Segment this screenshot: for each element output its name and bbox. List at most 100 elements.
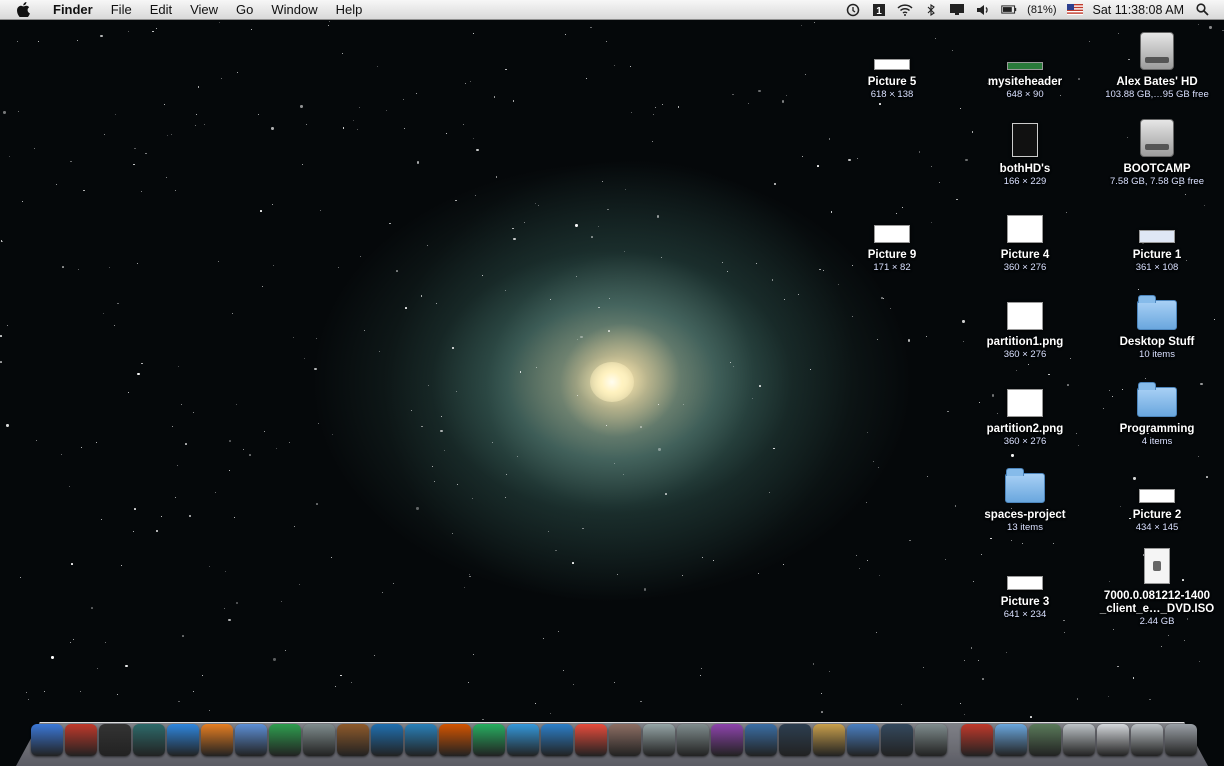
- menu-file[interactable]: File: [102, 0, 141, 19]
- star: [175, 190, 177, 192]
- desktop-icon-mysiteheader[interactable]: mysiteheader 648 × 90: [960, 30, 1090, 101]
- dock-textmate-icon[interactable]: [711, 724, 743, 756]
- star: [51, 656, 54, 659]
- star: [1209, 26, 1212, 29]
- star: [115, 113, 116, 115]
- dock-iphone-icon[interactable]: [779, 724, 811, 756]
- star: [62, 266, 64, 268]
- dock-applications-icon[interactable]: [847, 724, 879, 756]
- dock-finder-icon[interactable]: [31, 724, 63, 756]
- desktop-icon-partition2[interactable]: partition2.png 360 × 276: [960, 377, 1090, 448]
- dock-documents-folder-icon[interactable]: [995, 724, 1027, 756]
- desktop-icon-iso-image[interactable]: 7000.0.081212-1400 _client_e…_DVD.ISO 2.…: [1092, 544, 1222, 628]
- dock-powerpoint-icon[interactable]: [439, 724, 471, 756]
- bluetooth-icon[interactable]: [923, 3, 939, 17]
- dock-time-machine-icon[interactable]: [133, 724, 165, 756]
- star: [814, 22, 816, 24]
- menu-finder[interactable]: Finder: [44, 0, 102, 19]
- menu-view[interactable]: View: [181, 0, 227, 19]
- desktop-icon-picture-3[interactable]: Picture 3 641 × 234: [960, 550, 1090, 621]
- star: [876, 631, 878, 633]
- star: [465, 83, 467, 85]
- desktop-icon-desktop-stuff[interactable]: Desktop Stuff 10 items: [1092, 290, 1222, 361]
- star: [856, 555, 858, 557]
- volume-icon[interactable]: [975, 3, 991, 17]
- star: [3, 111, 6, 114]
- dock-excel-icon[interactable]: [473, 724, 505, 756]
- dock-calculator-icon[interactable]: [643, 724, 675, 756]
- star: [185, 443, 187, 445]
- dock-safari-icon[interactable]: [167, 724, 199, 756]
- onepassword-menu-icon[interactable]: 1: [871, 3, 887, 17]
- dock-window-preview-icon[interactable]: [1063, 724, 1095, 756]
- desktop-icon-picture-4[interactable]: Picture 4 360 × 276: [960, 203, 1090, 274]
- menu-help[interactable]: Help: [327, 0, 372, 19]
- display-icon[interactable]: [949, 3, 965, 17]
- star: [155, 27, 157, 29]
- dock-magnet-icon[interactable]: [961, 724, 993, 756]
- desktop-icon-picture-2[interactable]: Picture 2 434 × 145: [1092, 463, 1222, 534]
- apple-menu-icon[interactable]: [14, 0, 32, 19]
- desktop-icon-picture-1[interactable]: Picture 1 361 × 108: [1092, 203, 1222, 274]
- star: [472, 654, 474, 656]
- desktop-icon-partition1[interactable]: partition1.png 360 × 276: [960, 290, 1090, 361]
- star: [683, 404, 685, 406]
- star: [469, 573, 471, 575]
- star: [452, 533, 454, 535]
- desktop-icon-spaces-project[interactable]: spaces-project 13 items: [960, 463, 1090, 534]
- star: [469, 575, 471, 578]
- dock-printer-icon[interactable]: [677, 724, 709, 756]
- dock-spaces-icon[interactable]: [881, 724, 913, 756]
- star: [558, 630, 560, 632]
- star: [317, 422, 320, 425]
- dock-music-note-icon[interactable]: [541, 724, 573, 756]
- star: [585, 77, 587, 79]
- desktop-icon-picture-9[interactable]: Picture 9 171 × 82: [827, 203, 957, 274]
- star: [513, 237, 516, 241]
- star: [330, 556, 333, 559]
- desktop-icon-programming[interactable]: Programming 4 items: [1092, 377, 1222, 448]
- dock-system-preferences-icon[interactable]: [915, 724, 947, 756]
- image-thumbnail-icon: [827, 203, 957, 243]
- wifi-icon[interactable]: [897, 3, 913, 17]
- menu-edit[interactable]: Edit: [141, 0, 181, 19]
- dock-firefox-icon[interactable]: [201, 724, 233, 756]
- dock-dashboard-icon[interactable]: [99, 724, 131, 756]
- desktop-icon-alex-bates-hd[interactable]: Alex Bates' HD 103.88 GB,…95 GB free: [1092, 30, 1222, 101]
- dock-ical-icon[interactable]: [575, 724, 607, 756]
- menu-go[interactable]: Go: [227, 0, 262, 19]
- star: [1027, 364, 1029, 366]
- dock-window-preview-icon[interactable]: [1131, 724, 1163, 756]
- dock-iphoto-icon[interactable]: [609, 724, 641, 756]
- dock-keynote-icon[interactable]: [337, 724, 369, 756]
- dock-script-editor-icon[interactable]: [303, 724, 335, 756]
- menu-window[interactable]: Window: [262, 0, 326, 19]
- spotlight-search-icon[interactable]: [1194, 3, 1210, 17]
- dock-earth-icon[interactable]: [269, 724, 301, 756]
- dock-grapher-icon[interactable]: [371, 724, 403, 756]
- dock-itunes-icon[interactable]: [507, 724, 539, 756]
- dock-parallels-icon[interactable]: [65, 724, 97, 756]
- dock-picture-stack-icon[interactable]: [1029, 724, 1061, 756]
- star: [576, 394, 578, 396]
- desktop-icon-picture-5[interactable]: Picture 5 618 × 138: [827, 30, 957, 101]
- dock-window-preview-icon[interactable]: [1097, 724, 1129, 756]
- dock-preview-icon[interactable]: [235, 724, 267, 756]
- star: [820, 692, 822, 694]
- star: [7, 324, 9, 326]
- dock-trash-icon[interactable]: [1165, 724, 1197, 756]
- desktop-icon-bothhds[interactable]: bothHD's 166 × 229: [960, 117, 1090, 188]
- desktop-icon-bootcamp[interactable]: BOOTCAMP 7.58 GB, 7.58 GB free: [1092, 117, 1222, 188]
- menu-clock[interactable]: Sat 11:38:08 AM: [1093, 3, 1185, 17]
- star: [945, 558, 947, 560]
- us-flag-icon[interactable]: [1066, 3, 1083, 17]
- time-machine-menu-icon[interactable]: [845, 3, 861, 17]
- dock-installer-icon[interactable]: [813, 724, 845, 756]
- dock-word-icon[interactable]: [405, 724, 437, 756]
- battery-icon[interactable]: [1001, 3, 1017, 17]
- star: [8, 155, 10, 157]
- star: [954, 505, 957, 507]
- dock-xcode-icon[interactable]: [745, 724, 777, 756]
- star: [404, 127, 406, 129]
- star: [1117, 665, 1119, 668]
